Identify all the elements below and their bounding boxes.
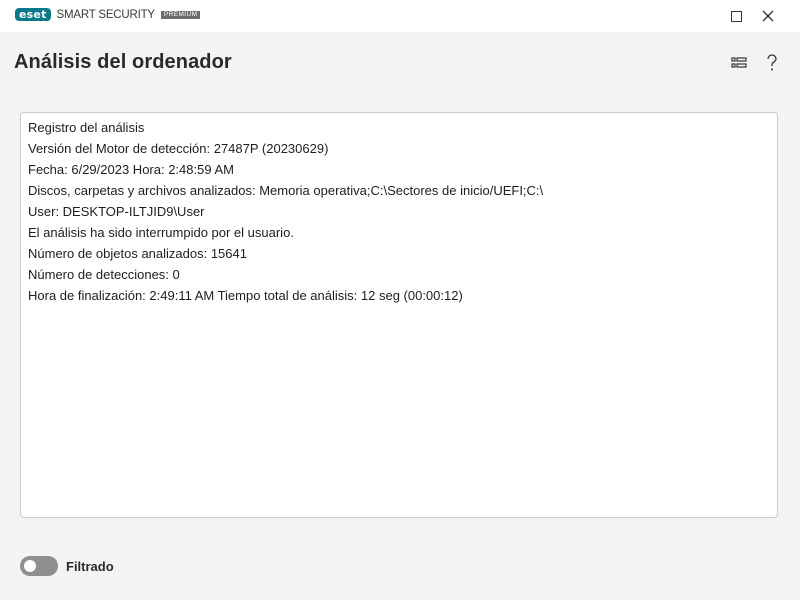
eset-logo: eset [15, 8, 51, 21]
log-line: Fecha: 6/29/2023 Hora: 2:48:59 AM [28, 162, 234, 177]
toggle-knob [24, 560, 36, 572]
log-line: El análisis ha sido interrumpido por el … [28, 225, 294, 240]
help-icon [767, 54, 777, 71]
log-line: Número de detecciones: 0 [28, 267, 180, 282]
filter-control: Filtrado [20, 556, 114, 576]
log-line: Registro del análisis [28, 120, 145, 135]
filter-label: Filtrado [66, 558, 114, 574]
maximize-button[interactable] [720, 0, 752, 32]
page-title: Análisis del ordenador [14, 51, 232, 73]
help-button[interactable] [761, 52, 783, 74]
product-name: SMART SECURITY [56, 8, 156, 21]
maximize-icon [730, 10, 742, 22]
close-button[interactable] [752, 0, 784, 32]
title-bar: eset SMART SECURITY PREMIUM [0, 0, 800, 32]
log-line: Versión del Motor de detección: 27487P (… [28, 141, 329, 156]
log-line: Discos, carpetas y archivos analizados: … [28, 183, 544, 198]
log-line: Número de objetos analizados: 15641 [28, 246, 247, 261]
edition-badge: PREMIUM [160, 10, 201, 19]
close-icon [762, 10, 774, 22]
view-toggle-button[interactable] [728, 52, 750, 74]
log-line: User: DESKTOP-ILTJID9\User [28, 204, 205, 219]
scan-log-panel[interactable]: Registro del análisis Versión del Motor … [20, 112, 778, 518]
log-line: Hora de finalización: 2:49:11 AM Tiempo … [28, 288, 463, 303]
list-view-icon [731, 57, 747, 68]
app-logo: eset SMART SECURITY PREMIUM [15, 8, 201, 21]
filter-toggle[interactable] [20, 556, 58, 576]
